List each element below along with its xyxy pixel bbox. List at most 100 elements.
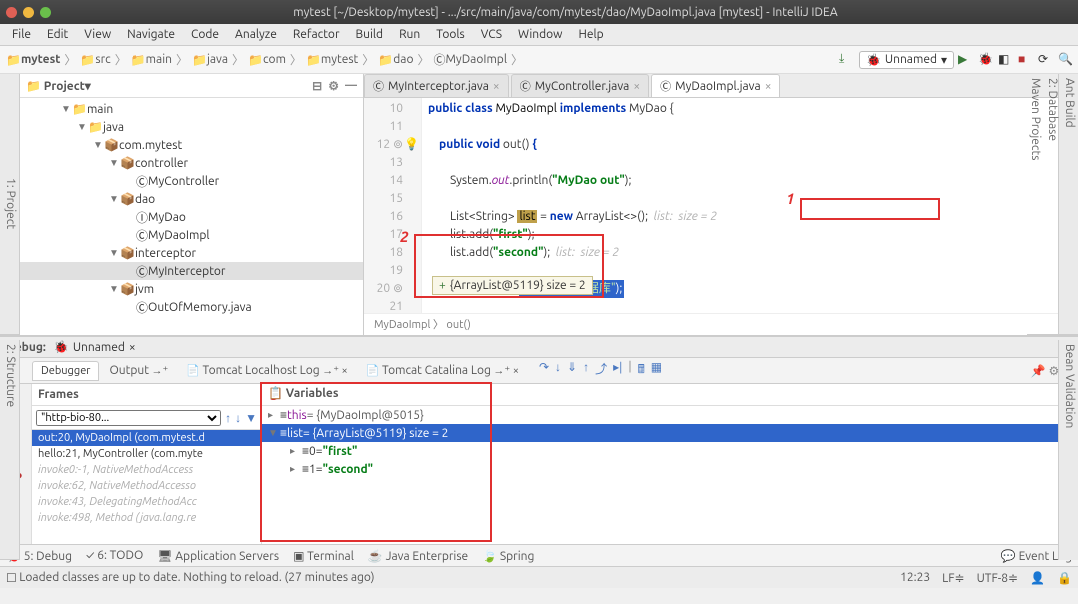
hide-icon[interactable]: — <box>345 79 357 92</box>
menu-analyze[interactable]: Analyze <box>227 26 285 43</box>
close-icon[interactable]: × <box>493 80 500 93</box>
tool-spring[interactable]: 🍃 Spring <box>482 549 534 563</box>
inline-value-popup[interactable]: + {ArrayList@5119} size = 2 <box>432 276 593 295</box>
tab-debugger[interactable]: Debugger <box>32 361 99 381</box>
frame-row[interactable]: invoke:43, DelegatingMethodAcc <box>32 494 261 510</box>
collapse-all-icon[interactable]: ⊟ <box>312 79 322 93</box>
frame-row[interactable]: invoke:62, NativeMethodAccesso <box>32 478 261 494</box>
tab-mycontroller[interactable]: Ⓒ MyController.java × <box>511 74 649 97</box>
frame-row[interactable]: hello:21, MyController (com.myte <box>32 446 261 462</box>
debug-icon[interactable]: 🐞 <box>978 52 994 68</box>
var-row-item[interactable]: ▸ ≡ 0 = "first" <box>262 442 1078 460</box>
crumb-src[interactable]: 📁 src <box>78 53 112 67</box>
file-encoding[interactable]: UTF-8≑ <box>977 571 1019 585</box>
menu-help[interactable]: Help <box>570 26 611 43</box>
intention-bulb-icon[interactable]: 💡 <box>404 136 419 154</box>
crumb-project[interactable]: 📁 mytest <box>4 53 62 67</box>
tool-javaee[interactable]: ☕ Java Enterprise <box>368 549 468 563</box>
crumb-file[interactable]: Ⓒ MyDaoImpl <box>431 51 508 68</box>
tool-beanvalidation[interactable]: Bean Validation <box>1061 340 1078 560</box>
caret-position[interactable]: 12:23 <box>900 571 930 585</box>
status-indicator-icon[interactable]: ☐ <box>6 571 17 585</box>
crumb-dao[interactable]: 📁 dao <box>376 53 415 67</box>
run-config-dropdown[interactable]: 🐞 Unnamed ▾ <box>859 51 954 69</box>
tool-todo[interactable]: ✓ 6: TODO <box>86 549 143 562</box>
tool-favorites[interactable]: Favorites <box>0 340 2 560</box>
menu-run[interactable]: Run <box>391 26 428 43</box>
run-to-cursor-icon[interactable]: ▸| <box>613 360 622 381</box>
crumb-java[interactable]: 📁 java <box>190 53 230 67</box>
code-area[interactable]: 101112 ⊚1314151617181920 ⊚21 💡 public cl… <box>364 98 1058 313</box>
tool-learn[interactable]: Learn <box>0 74 2 335</box>
project-tree[interactable]: ▼📁 main ▼📁 java ▼📦 com.mytest ▼📦 control… <box>20 98 363 335</box>
var-row-list[interactable]: ▼ ≡ list = {ArrayList@5119} size = 2 <box>262 424 1078 442</box>
line-separator[interactable]: LF≑ <box>942 571 964 585</box>
update-icon[interactable]: ⟳ <box>1038 52 1054 68</box>
inspection-icon[interactable]: 👤 <box>1030 571 1045 585</box>
crumb-com[interactable]: 📁 com <box>246 53 288 67</box>
filter-icon[interactable]: ▼ <box>245 411 257 425</box>
tool-antbuild[interactable]: Ant Build <box>1061 74 1078 335</box>
close-window-icon[interactable] <box>6 7 17 18</box>
tool-appservers[interactable]: 🖥 Application Servers <box>157 549 279 563</box>
menu-build[interactable]: Build <box>348 26 392 43</box>
menu-navigate[interactable]: Navigate <box>119 26 183 43</box>
close-icon[interactable]: × <box>633 80 640 93</box>
tab-tomcat-catalina[interactable]: 📄 Tomcat Catalina Log →⁺ × <box>358 361 527 380</box>
frame-row[interactable]: invoke:498, Method (java.lang.re <box>32 510 261 526</box>
var-row-this[interactable]: ▸ ≡ this = {MyDaoImpl@5015} <box>262 406 1078 424</box>
menu-window[interactable]: Window <box>510 26 570 43</box>
next-frame-icon[interactable]: ↓ <box>235 411 241 425</box>
search-everywhere-icon[interactable]: 🔍 <box>1058 52 1074 68</box>
close-icon[interactable]: × <box>765 80 772 93</box>
drop-frame-icon[interactable]: ⤴ <box>595 360 607 381</box>
status-bar: ☐ Loaded classes are up to date. Nothing… <box>0 566 1078 588</box>
tab-mydaoimpl[interactable]: Ⓒ MyDaoImpl.java × <box>651 74 780 97</box>
coverage-icon[interactable]: ◧ <box>998 52 1014 68</box>
var-row-item[interactable]: ▸ ≡ 1 = "second" <box>262 460 1078 478</box>
editor-breadcrumb[interactable]: MyDaoImpl 〉 out() <box>364 313 1058 335</box>
breadcrumb: 📁 mytest〉 📁 src〉 📁 main〉 📁 java〉 📁 com〉 … <box>4 51 839 68</box>
build-icon[interactable]: ⤓ <box>839 52 855 68</box>
crumb-mytest[interactable]: 📁 mytest <box>304 53 360 67</box>
step-over-icon[interactable]: ↷ <box>539 360 549 381</box>
debug-config-tab[interactable]: 🐞 Unnamed × <box>54 340 136 354</box>
right-tool-stripe-lower: Bean Validation <box>1058 340 1078 560</box>
lock-icon[interactable]: 🔒 <box>1057 571 1072 585</box>
stop-icon[interactable]: ■ <box>1018 52 1034 68</box>
gutter[interactable]: 101112 ⊚1314151617181920 ⊚21 💡 <box>364 98 422 313</box>
tool-terminal[interactable]: ▣ Terminal <box>293 549 354 563</box>
gear-icon[interactable]: ⚙ <box>328 79 339 93</box>
tool-project[interactable]: 1: Project <box>2 74 19 335</box>
step-out-icon[interactable]: ↑ <box>583 360 589 381</box>
thread-dropdown[interactable]: "http-bio-80... <box>36 410 221 426</box>
tool-structure[interactable]: 2: Structure <box>2 340 19 560</box>
tab-output[interactable]: Output →⁺ <box>101 361 176 380</box>
step-into-icon[interactable]: ↓ <box>555 360 561 381</box>
menu-file[interactable]: File <box>4 26 39 43</box>
force-step-into-icon[interactable]: ⇓ <box>567 360 577 381</box>
menu-view[interactable]: View <box>76 26 119 43</box>
tab-tomcat-localhost[interactable]: 📄 Tomcat Localhost Log →⁺ × <box>178 361 356 380</box>
frames-panel: Frames "http-bio-80... ↑ ↓ ▼ out:20, MyD… <box>32 384 262 544</box>
code-lines[interactable]: public class MyDaoImpl implements MyDao … <box>422 98 1058 300</box>
menu-vcs[interactable]: VCS <box>473 26 510 43</box>
prev-frame-icon[interactable]: ↑ <box>225 411 231 425</box>
annotation-num-1: 1 <box>786 190 794 207</box>
maximize-window-icon[interactable] <box>40 7 51 18</box>
variables-title: Variables <box>286 387 339 400</box>
frame-row[interactable]: out:20, MyDaoImpl (com.mytest.d <box>32 430 261 446</box>
tab-myinterceptor[interactable]: Ⓒ MyInterceptor.java × <box>364 74 509 97</box>
frame-row[interactable]: invoke0:-1, NativeMethodAccess <box>32 462 261 478</box>
evaluate-icon[interactable]: 🖩 <box>638 360 645 381</box>
crumb-main[interactable]: 📁 main <box>129 53 174 67</box>
menu-refactor[interactable]: Refactor <box>285 26 348 43</box>
menu-edit[interactable]: Edit <box>39 26 76 43</box>
frames-title: Frames <box>38 388 79 401</box>
pin-icon[interactable]: 📌 <box>1031 365 1046 378</box>
layout-icon[interactable]: ▦ <box>651 360 662 381</box>
menu-tools[interactable]: Tools <box>428 26 473 43</box>
menu-code[interactable]: Code <box>183 26 227 43</box>
minimize-window-icon[interactable] <box>23 7 34 18</box>
run-icon[interactable]: ▶ <box>958 52 974 68</box>
